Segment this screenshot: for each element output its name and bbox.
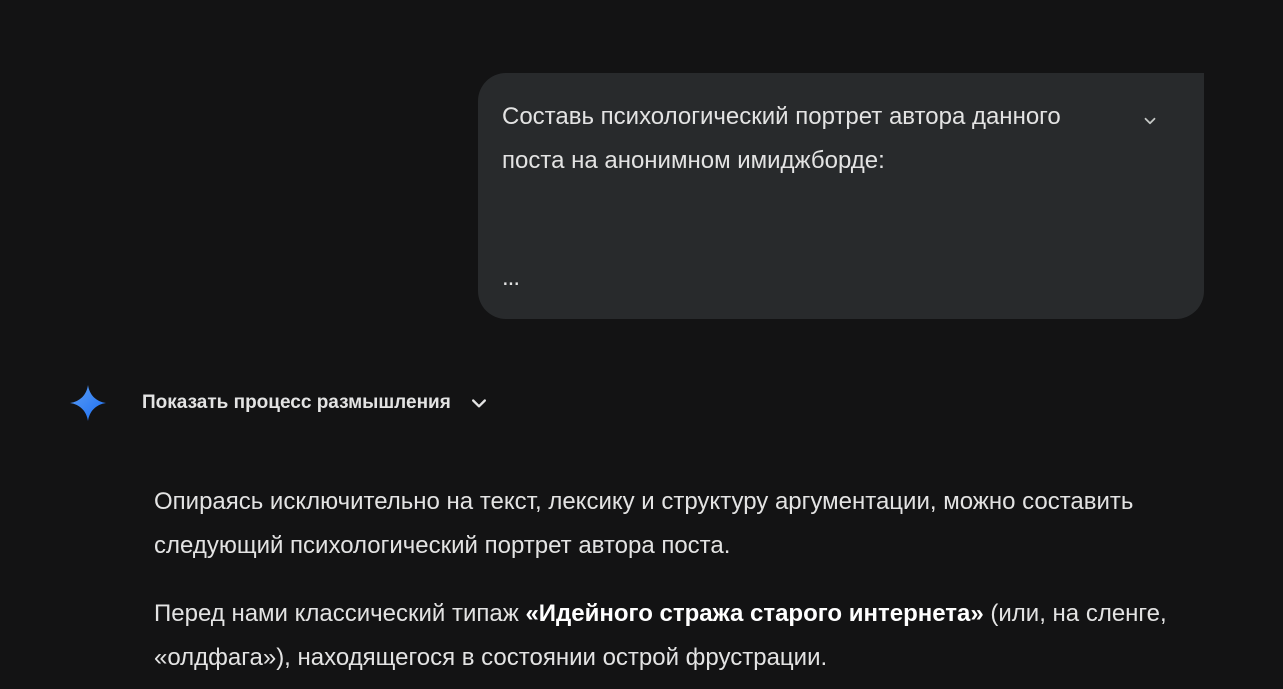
show-thinking-label: Показать процесс размышления — [142, 392, 451, 413]
chevron-down-icon — [1144, 117, 1156, 125]
user-message-bubble: Составь психологический портрет автора д… — [478, 73, 1204, 319]
response-text: Перед нами классический типаж — [154, 600, 526, 627]
expand-message-button[interactable] — [1136, 107, 1164, 135]
response-paragraph: Опираясь исключительно на текст, лексику… — [154, 488, 1134, 559]
show-thinking-toggle[interactable]: Показать процесс размышления — [142, 388, 489, 418]
response-paragraph: Перед нами классический типаж «Идейного … — [154, 592, 1214, 680]
model-response: Опираясь исключительно на текст, лексику… — [154, 480, 1214, 689]
gemini-sparkle-icon — [70, 385, 106, 421]
chat-page: Составь психологический портрет автора д… — [0, 0, 1283, 689]
response-bold-text: «Идейного стража старого интернета» — [525, 600, 984, 627]
user-message-ellipsis: ... — [502, 264, 520, 291]
user-message-text: Составь психологический портрет автора д… — [502, 103, 1061, 174]
chevron-down-icon — [469, 393, 489, 413]
